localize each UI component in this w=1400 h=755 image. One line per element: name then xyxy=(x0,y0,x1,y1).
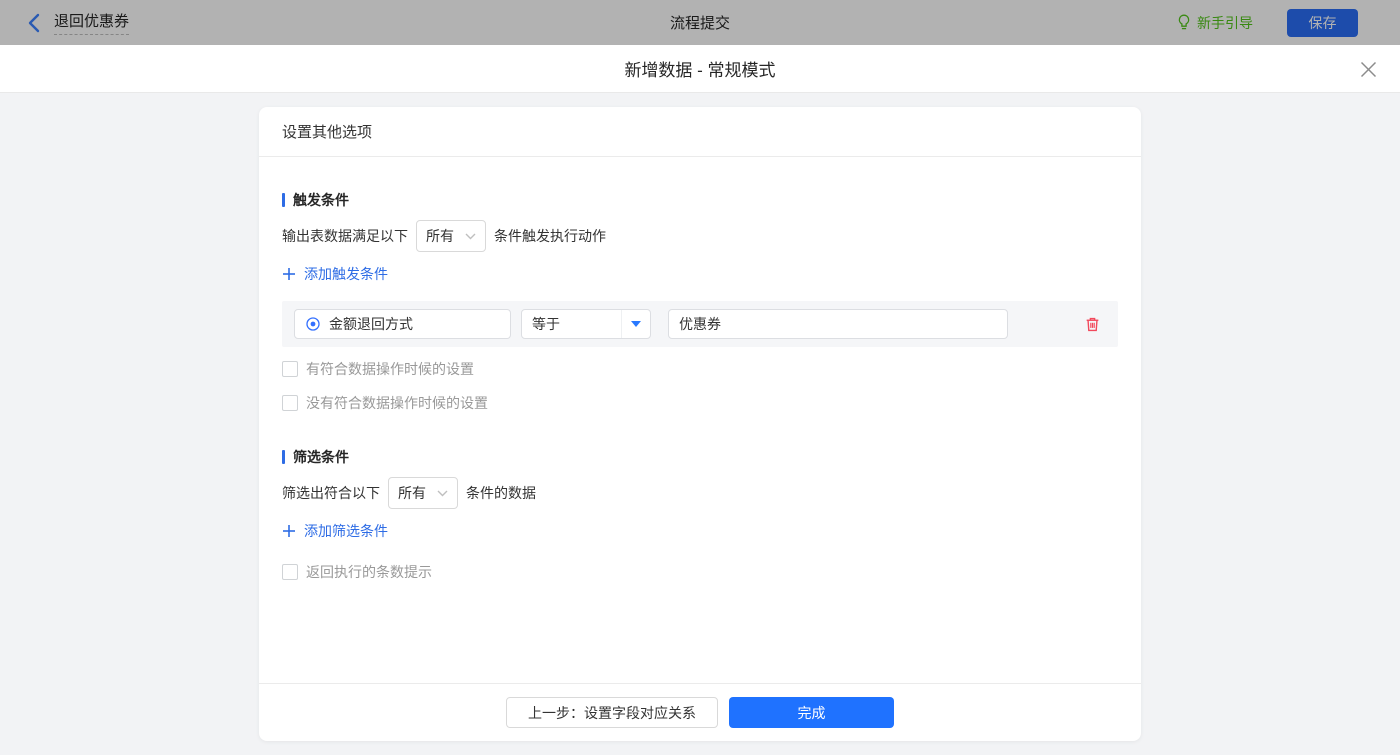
checkbox-icon[interactable] xyxy=(282,395,298,411)
panel-header: 设置其他选项 xyxy=(259,107,1141,157)
lightbulb-icon xyxy=(1177,14,1191,31)
trigger-sentence: 输出表数据满足以下 所有 条件触发执行动作 xyxy=(282,220,1118,252)
trigger-sentence-prefix: 输出表数据满足以下 xyxy=(282,226,408,246)
trigger-sentence-suffix: 条件触发执行动作 xyxy=(494,226,606,246)
checkbox-no-match-setting[interactable]: 没有符合数据操作时候的设置 xyxy=(282,393,488,413)
close-icon xyxy=(1360,61,1377,78)
add-trigger-condition-label: 添加触发条件 xyxy=(304,264,388,284)
filter-match-select[interactable]: 所有 xyxy=(388,477,458,509)
trigger-condition-row: 金额退回方式 等于 优惠券 xyxy=(282,301,1118,347)
add-filter-condition-link[interactable]: 添加筛选条件 xyxy=(282,521,388,541)
add-trigger-condition-link[interactable]: 添加触发条件 xyxy=(282,264,388,284)
checkbox-icon[interactable] xyxy=(282,564,298,580)
add-filter-condition-label: 添加筛选条件 xyxy=(304,521,388,541)
panel-content: 触发条件 输出表数据满足以下 所有 条件触发执行动作 xyxy=(259,157,1141,683)
checkbox-count-tip[interactable]: 返回执行的条数提示 xyxy=(282,562,432,582)
filter-sentence-suffix: 条件的数据 xyxy=(466,483,536,503)
guide-label: 新手引导 xyxy=(1197,13,1253,33)
topbar-left: 退回优惠券 xyxy=(28,10,129,35)
section-marker xyxy=(282,193,285,207)
page-title: 流程提交 xyxy=(0,12,1400,33)
checkbox-label: 没有符合数据操作时候的设置 xyxy=(306,393,488,413)
topbar-right: 新手引导 保存 xyxy=(1177,9,1358,37)
save-button[interactable]: 保存 xyxy=(1287,9,1358,37)
trigger-match-value: 所有 xyxy=(426,226,454,246)
condition-operator-value: 等于 xyxy=(522,314,621,334)
section-marker xyxy=(282,450,285,464)
chevron-down-icon xyxy=(437,490,448,497)
condition-value-input[interactable]: 优惠券 xyxy=(668,309,1008,339)
settings-panel: 设置其他选项 触发条件 输出表数据满足以下 所有 条件触发执行动作 xyxy=(259,107,1141,741)
filter-sentence-prefix: 筛选出符合以下 xyxy=(282,483,380,503)
back-button[interactable] xyxy=(28,13,40,33)
condition-operator-select[interactable]: 等于 xyxy=(521,309,651,339)
checkbox-label: 返回执行的条数提示 xyxy=(306,562,432,582)
radio-option-icon xyxy=(305,316,321,332)
filter-section-label: 筛选条件 xyxy=(293,447,349,467)
screen: 退回优惠券 流程提交 新手引导 保存 新增数据 - 常规模式 设置其他选项 xyxy=(0,0,1400,755)
trash-icon xyxy=(1084,316,1101,333)
modal-title: 新增数据 - 常规模式 xyxy=(624,56,775,81)
guide-button[interactable]: 新手引导 xyxy=(1177,13,1253,33)
plus-icon xyxy=(282,267,296,281)
condition-field-value: 金额退回方式 xyxy=(329,314,413,334)
checkbox-label: 有符合数据操作时候的设置 xyxy=(306,359,474,379)
finish-button[interactable]: 完成 xyxy=(729,697,894,728)
prev-step-button[interactable]: 上一步：设置字段对应关系 xyxy=(506,697,718,728)
trigger-match-select[interactable]: 所有 xyxy=(416,220,486,252)
condition-value-text: 优惠券 xyxy=(679,314,721,334)
plus-icon xyxy=(282,524,296,538)
filter-sentence: 筛选出符合以下 所有 条件的数据 xyxy=(282,477,1118,509)
trigger-section-title: 触发条件 xyxy=(282,190,1118,210)
modal-header: 新增数据 - 常规模式 xyxy=(0,45,1400,93)
checkbox-has-match-setting[interactable]: 有符合数据操作时候的设置 xyxy=(282,359,474,379)
flow-name-label[interactable]: 退回优惠券 xyxy=(54,10,129,35)
checkbox-icon[interactable] xyxy=(282,361,298,377)
caret-down-icon xyxy=(621,310,650,338)
chevron-down-icon xyxy=(465,233,476,240)
trigger-section-label: 触发条件 xyxy=(293,190,349,210)
panel-footer: 上一步：设置字段对应关系 完成 xyxy=(259,683,1141,741)
modal-body: 设置其他选项 触发条件 输出表数据满足以下 所有 条件触发执行动作 xyxy=(0,93,1400,755)
filter-match-value: 所有 xyxy=(398,483,426,503)
condition-field-select[interactable]: 金额退回方式 xyxy=(294,309,511,339)
close-button[interactable] xyxy=(1358,59,1378,79)
topbar: 退回优惠券 流程提交 新手引导 保存 xyxy=(0,0,1400,45)
back-chevron-icon xyxy=(28,13,40,33)
delete-condition-button[interactable] xyxy=(1083,315,1101,333)
filter-section-title: 筛选条件 xyxy=(282,447,1118,467)
